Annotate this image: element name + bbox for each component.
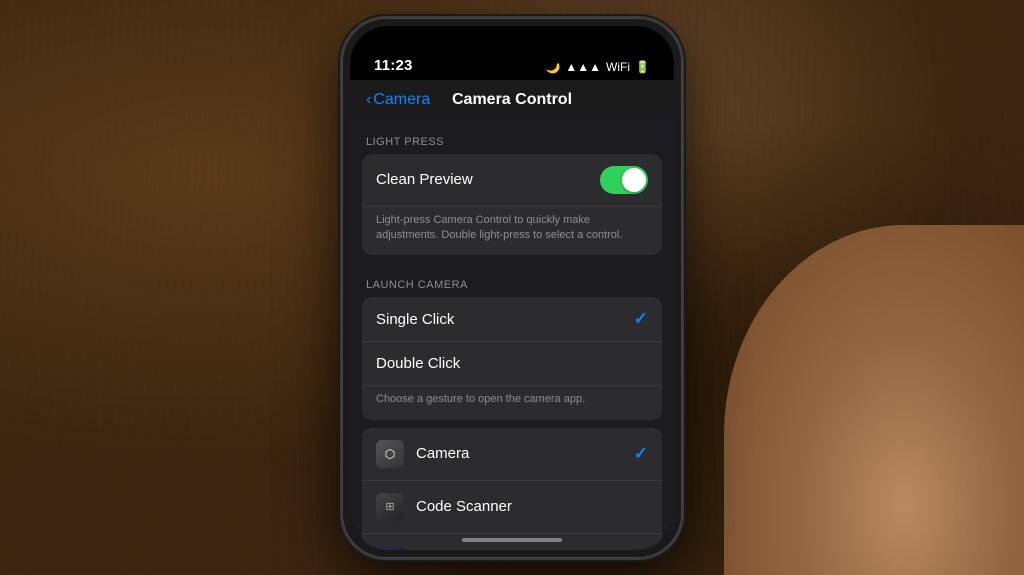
light-press-header: LIGHT PRESS xyxy=(350,120,674,154)
iphone-frame: 11:23 🌙 ▲▲▲ WiFi 🔋 ‹ Camera Camera Contr… xyxy=(342,18,682,558)
clean-preview-label: Clean Preview xyxy=(376,171,600,188)
wifi-icon: WiFi xyxy=(606,60,630,74)
single-click-checkmark: ✓ xyxy=(634,309,648,329)
battery-icon: 🔋 xyxy=(635,60,650,74)
launch-camera-description: Choose a gesture to open the camera app. xyxy=(362,386,662,419)
signal-icon: ▲▲▲ xyxy=(565,60,601,74)
page-title: Camera Control xyxy=(452,91,572,109)
status-icons: 🌙 ▲▲▲ WiFi 🔋 xyxy=(545,60,650,74)
status-time: 11:23 xyxy=(374,57,413,74)
clean-preview-toggle[interactable] xyxy=(600,166,648,194)
single-click-row[interactable]: Single Click ✓ xyxy=(362,297,662,342)
camera-checkmark: ✓ xyxy=(634,444,648,464)
single-click-label: Single Click xyxy=(376,311,634,328)
code-scanner-label: Code Scanner xyxy=(416,498,648,515)
light-press-description: Light-press Camera Control to quickly ma… xyxy=(362,207,662,256)
clean-preview-row[interactable]: Clean Preview xyxy=(362,154,662,207)
double-click-row[interactable]: Double Click xyxy=(362,342,662,386)
code-scanner-row[interactable]: ⊞ Code Scanner xyxy=(362,481,662,534)
double-click-label: Double Click xyxy=(376,355,648,372)
iphone-device: 11:23 🌙 ▲▲▲ WiFi 🔋 ‹ Camera Camera Contr… xyxy=(342,18,682,558)
camera-app-label: Camera xyxy=(416,445,634,462)
apps-group: ⬡ Camera ✓ ⊞ Code Scanner ◎ xyxy=(362,428,662,550)
scanner-icon: ⊞ xyxy=(385,500,394,513)
navigation-bar: ‹ Camera Camera Control xyxy=(350,80,674,120)
back-label: Camera xyxy=(373,91,430,109)
launch-camera-header: LAUNCH CAMERA xyxy=(350,263,674,297)
halide-row[interactable]: ◎ Halide xyxy=(362,534,662,550)
iphone-screen: 11:23 🌙 ▲▲▲ WiFi 🔋 ‹ Camera Camera Contr… xyxy=(350,26,674,550)
dynamic-island xyxy=(462,38,562,68)
chevron-left-icon: ‹ xyxy=(366,91,371,109)
halide-app-icon: ◎ xyxy=(376,546,404,550)
toggle-knob xyxy=(622,168,646,192)
launch-camera-group: Single Click ✓ Double Click Choose a ges… xyxy=(362,297,662,419)
camera-app-icon: ⬡ xyxy=(376,440,404,468)
home-indicator xyxy=(462,538,562,542)
back-button[interactable]: ‹ Camera xyxy=(366,91,430,109)
settings-content: LIGHT PRESS Clean Preview Light-press Ca… xyxy=(350,120,674,550)
camera-app-row[interactable]: ⬡ Camera ✓ xyxy=(362,428,662,481)
code-scanner-icon: ⊞ xyxy=(376,493,404,521)
camera-icon: ⬡ xyxy=(385,447,395,461)
light-press-group: Clean Preview Light-press Camera Control… xyxy=(362,154,662,256)
